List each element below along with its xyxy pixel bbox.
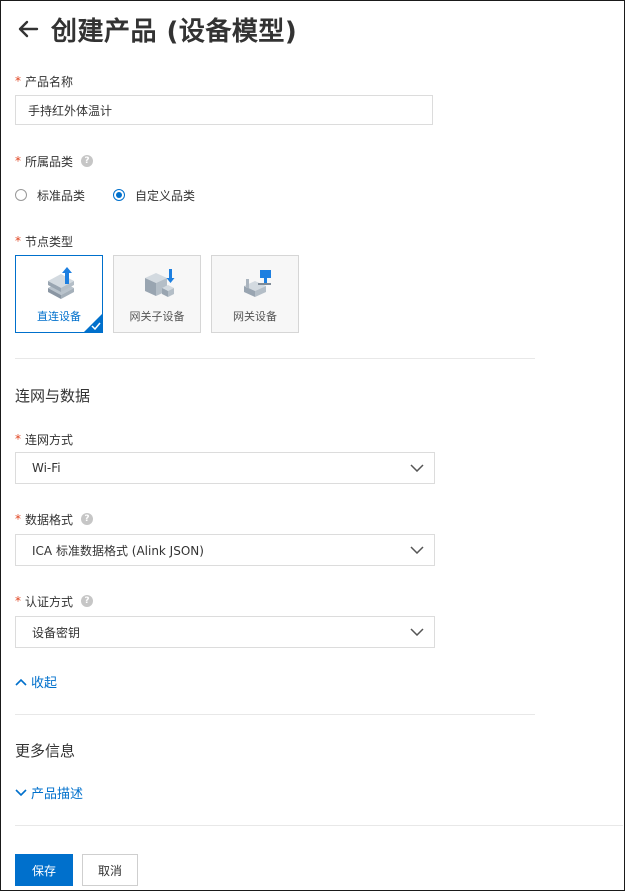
auth-label-text: 认证方式 — [25, 594, 74, 609]
node-type-label-text: 节点类型 — [25, 234, 74, 249]
footer-divider — [15, 825, 623, 826]
page-title: 创建产品 (设备模型) — [51, 16, 298, 47]
radio-custom-category[interactable]: 自定义品类 — [113, 187, 195, 204]
required-mark: * — [15, 154, 21, 168]
data-format-label-text: 数据格式 — [25, 512, 74, 527]
check-icon — [91, 322, 101, 330]
required-mark: * — [15, 74, 21, 88]
card-label: 网关子设备 — [129, 310, 185, 323]
section-title-network: 连网与数据 — [15, 387, 91, 405]
radio-label: 标准品类 — [37, 188, 86, 203]
back-button[interactable] — [15, 16, 41, 42]
data-format-select-value: ICA 标准数据格式 (Alink JSON) — [32, 543, 204, 558]
connection-label-text: 连网方式 — [25, 432, 74, 447]
card-label: 网关设备 — [233, 310, 277, 323]
category-radio-group: 标准品类 自定义品类 — [15, 186, 223, 204]
product-name-input[interactable] — [15, 95, 433, 125]
category-label: * 所属品类 ? — [15, 153, 94, 169]
direct-device-icon — [48, 267, 74, 299]
collapse-toggle[interactable]: 收起 — [15, 672, 57, 691]
gateway-device-icon — [244, 270, 271, 297]
product-description-label: 产品描述 — [31, 787, 84, 802]
save-button[interactable]: 保存 — [15, 854, 73, 886]
product-name-label-text: 产品名称 — [25, 74, 74, 89]
section-divider — [15, 714, 535, 715]
required-mark: * — [15, 234, 21, 248]
section-title-more-info: 更多信息 — [15, 742, 76, 760]
page-header: 创建产品 (设备模型) — [15, 9, 297, 49]
auth-select-value: 设备密钥 — [32, 625, 81, 640]
radio-button-checked[interactable] — [113, 189, 126, 201]
node-card-direct-device[interactable]: 直连设备 — [15, 255, 103, 333]
create-product-page: 创建产品 (设备模型) * 产品名称 * 所属品类 ? 标准品类 自定义品类 *… — [0, 0, 625, 891]
category-label-text: 所属品类 — [25, 154, 74, 169]
chevron-down-icon — [410, 628, 424, 636]
radio-button[interactable] — [15, 189, 27, 201]
connection-select-value: Wi-Fi — [32, 461, 61, 475]
data-format-select[interactable]: ICA 标准数据格式 (Alink JSON) — [15, 534, 435, 566]
radio-label: 自定义品类 — [135, 188, 196, 203]
node-type-label: * 节点类型 — [15, 233, 73, 249]
chevron-down-icon — [410, 546, 424, 554]
required-mark: * — [15, 432, 21, 446]
radio-standard-category[interactable]: 标准品类 — [15, 187, 85, 204]
question-circle-icon[interactable]: ? — [81, 155, 94, 167]
arrow-left-icon — [18, 20, 39, 38]
chevron-up-icon — [15, 678, 27, 686]
node-card-gateway-device[interactable]: 网关设备 — [211, 255, 299, 333]
question-circle-icon[interactable]: ? — [81, 595, 94, 607]
product-name-label: * 产品名称 — [15, 73, 73, 89]
data-format-label: * 数据格式 ? — [15, 511, 94, 527]
connection-label: * 连网方式 — [15, 431, 73, 447]
cancel-button[interactable]: 取消 — [82, 854, 138, 886]
auth-select[interactable]: 设备密钥 — [15, 616, 435, 648]
auth-label: * 认证方式 ? — [15, 593, 94, 609]
question-circle-icon[interactable]: ? — [81, 513, 94, 525]
required-mark: * — [15, 594, 21, 608]
chevron-down-icon — [410, 464, 424, 472]
product-description-toggle[interactable]: 产品描述 — [15, 783, 83, 802]
gateway-subdevice-icon — [145, 269, 175, 297]
required-mark: * — [15, 512, 21, 526]
collapse-toggle-label: 收起 — [31, 676, 58, 691]
chevron-down-icon — [15, 788, 27, 796]
section-divider — [15, 358, 535, 359]
connection-select[interactable]: Wi-Fi — [15, 452, 435, 484]
node-card-gateway-subdevice[interactable]: 网关子设备 — [113, 255, 201, 333]
